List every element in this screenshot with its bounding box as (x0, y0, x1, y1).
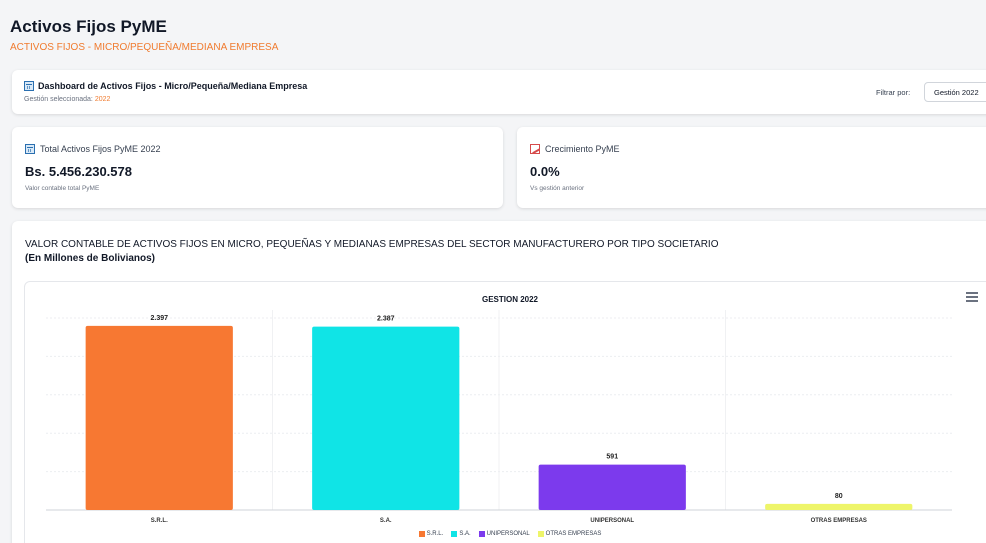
kpi-card-growth: Crecimiento PyME 0.0% Vs gestión anterio… (517, 127, 986, 208)
x-tick-label: OTRAS EMPRESAS (811, 518, 867, 524)
dashboard-title: Dashboard de Activos Fijos - Micro/Peque… (24, 81, 307, 91)
year-filter-select[interactable]: Gestión 2022 (924, 82, 986, 102)
data-label: 2.387 (377, 316, 395, 323)
selected-year-value: 2022 (94, 96, 111, 103)
legend-item[interactable]: OTRAS EMPRESAS (537, 531, 602, 537)
legend-swatch (451, 531, 458, 537)
calendar-icon (24, 81, 34, 91)
kpi-growth-value: 0.0% (530, 164, 560, 179)
legend-label: S.A. (459, 531, 471, 537)
legend-item[interactable]: UNIPERSONAL (478, 531, 530, 537)
calendar-icon (25, 144, 35, 154)
kpi-growth-note: Vs gestión anterior (530, 185, 585, 192)
hamburger-menu-icon[interactable] (966, 292, 978, 302)
section-unit: (En Millones de Bolivianos) (25, 253, 156, 264)
legend-label: OTRAS EMPRESAS (545, 531, 602, 537)
chart-title: GESTION 2022 (481, 295, 539, 304)
kpi-card-total: Total Activos Fijos PyME 2022 Bs. 5.456.… (12, 127, 503, 208)
bar-s-r-l[interactable] (85, 325, 233, 510)
kpi-total-value: Bs. 5.456.230.578 (25, 164, 132, 179)
chart-card: 2.397 S.R.L. 2.387 S.A. 591 UNIPERSONAL 80 OTRA… (24, 281, 986, 543)
legend-swatch (478, 531, 485, 537)
data-label: 80 (835, 493, 843, 500)
bar-s-a[interactable] (312, 326, 460, 510)
legend-label: S.R.L. (426, 531, 444, 537)
x-tick-label: S.R.L. (151, 518, 168, 524)
chart-icon (530, 144, 540, 154)
kpi-total-title-text: Total Activos Fijos PyME 2022 (40, 144, 161, 154)
page-subtitle: ACTIVOS FIJOS - MICRO/PEQUEÑA/MEDIANA EM… (10, 42, 279, 53)
kpi-total-note: Valor contable total PyME (25, 185, 100, 192)
section-title: VALOR CONTABLE DE ACTIVOS FIJOS EN MICRO… (25, 239, 719, 250)
data-label: 2.397 (150, 315, 168, 322)
bar-otras-empresas[interactable] (765, 503, 913, 510)
x-tick-label: UNIPERSONAL (590, 518, 634, 524)
selected-year-label: Gestión seleccionada: (24, 96, 93, 103)
legend-item[interactable]: S.R.L. (418, 531, 444, 537)
bar-unipersonal[interactable] (538, 464, 686, 510)
kpi-growth-title: Crecimiento PyME (530, 144, 620, 154)
legend-item[interactable]: S.A. (451, 531, 471, 537)
page-title: Activos Fijos PyME (10, 17, 167, 36)
kpi-total-title: Total Activos Fijos PyME 2022 (25, 144, 161, 154)
bar-chart: 2.397 S.R.L. 2.387 S.A. 591 UNIPERSONAL 80 OTRA… (46, 310, 952, 524)
dashboard-header-card: Dashboard de Activos Fijos - Micro/Peque… (12, 70, 986, 114)
legend-label: UNIPERSONAL (486, 531, 530, 537)
filter-label: Filtrar por: (876, 88, 911, 97)
legend-swatch (418, 531, 425, 537)
data-label: 591 (606, 454, 618, 461)
kpi-growth-title-text: Crecimiento PyME (545, 144, 620, 154)
chart-legend: S.R.L. S.A. UNIPERSONAL OTRAS EMPRESAS (25, 531, 986, 537)
legend-swatch (537, 531, 544, 537)
selected-year-text: Gestión seleccionada: 2022 (24, 96, 110, 103)
dashboard-title-text: Dashboard de Activos Fijos - Micro/Peque… (38, 81, 308, 91)
x-tick-label: S.A. (380, 518, 392, 524)
